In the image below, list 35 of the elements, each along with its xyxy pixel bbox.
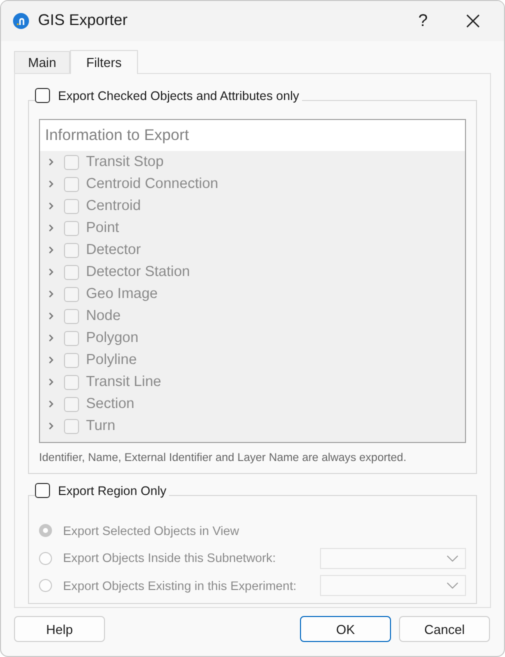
app-logo-icon xyxy=(13,13,29,29)
item-label: Centroid xyxy=(86,198,141,214)
item-label: Point xyxy=(86,220,120,236)
item-label: Polyline xyxy=(86,352,137,368)
checkbox-label: Export Checked Objects and Attributes only xyxy=(58,88,300,102)
item-label: Geo Image xyxy=(86,286,158,302)
item-label: Section xyxy=(86,396,134,412)
item-label: Turn xyxy=(86,418,116,434)
chevron-down-icon xyxy=(446,554,459,562)
close-icon[interactable] xyxy=(466,14,480,28)
item-label: Transit Line xyxy=(86,374,162,390)
dialog-button[interactable]: OK xyxy=(300,616,391,642)
dialog-button[interactable]: Cancel xyxy=(399,616,490,642)
item-label: Transit Stop xyxy=(86,154,164,170)
tab[interactable]: Main xyxy=(14,51,70,73)
option-label: Export Objects Inside this Subnetwork: xyxy=(63,551,276,566)
info-text: Identifier, Name, External Identifier and Layer Name are always exported. xyxy=(39,452,408,464)
tree-header: Information to Export xyxy=(40,120,465,151)
option-label: Export Objects Existing in this Experiment: xyxy=(63,578,296,593)
dropdown[interactable] xyxy=(320,575,466,596)
chevron-down-icon xyxy=(446,582,459,590)
item-label: Polygon xyxy=(86,330,138,346)
dropdown[interactable] xyxy=(320,548,466,569)
help-button[interactable]: ? xyxy=(408,11,438,31)
item-label: Detector Station xyxy=(86,264,190,280)
checkbox-label: Export Region Only xyxy=(58,484,166,498)
checkbox[interactable] xyxy=(35,88,50,103)
checkbox[interactable] xyxy=(35,483,50,498)
item-label: Detector xyxy=(86,242,141,258)
option-label: Export Selected Objects in View xyxy=(63,524,240,538)
item-label: Node xyxy=(86,308,121,324)
item-label: Centroid Connection xyxy=(86,176,218,192)
dialog-button[interactable]: Help xyxy=(14,616,105,642)
tab[interactable]: Filters xyxy=(70,50,138,74)
window-title: GIS Exporter xyxy=(38,12,128,30)
